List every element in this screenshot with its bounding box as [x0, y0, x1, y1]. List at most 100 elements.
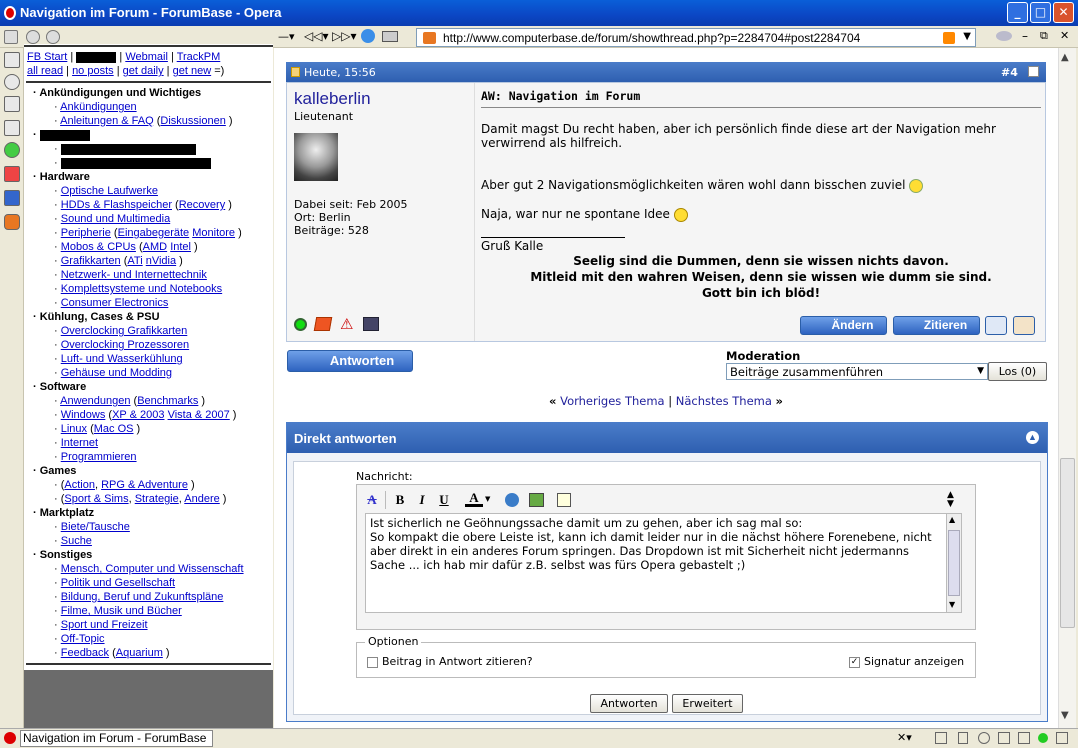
- page-scrollbar[interactable]: ▲ ▼: [1058, 48, 1076, 728]
- insert-image-icon[interactable]: [529, 493, 544, 507]
- forum-link[interactable]: Netzwerk- und Internettechnik: [61, 269, 207, 281]
- webmail-link[interactable]: Webmail: [125, 51, 168, 63]
- category-ankuendigungen[interactable]: Ankündigungen und Wichtiges: [30, 86, 273, 100]
- prev-thread-link[interactable]: Vorheriges Thema: [560, 394, 664, 408]
- flag-panel-icon[interactable]: [4, 190, 20, 206]
- address-dropdown-icon[interactable]: ▼: [963, 31, 971, 42]
- quote-post-button[interactable]: Zitieren: [893, 316, 980, 335]
- signature-checkbox[interactable]: ✓: [849, 657, 860, 668]
- mail-icon[interactable]: [4, 30, 18, 44]
- clip-icon[interactable]: [1056, 732, 1068, 744]
- forum-link[interactable]: AMD: [143, 241, 167, 253]
- signature-option-label[interactable]: Signatur anzeigen: [864, 655, 964, 668]
- icq-panel-icon[interactable]: [4, 142, 20, 158]
- scroll-thumb[interactable]: [948, 530, 960, 596]
- trash-icon[interactable]: [958, 732, 968, 744]
- win-minimize-icon[interactable]: –: [1022, 29, 1028, 43]
- underline-icon[interactable]: U: [435, 491, 453, 509]
- status-green-icon[interactable]: [1038, 733, 1048, 743]
- quick-reply-icon[interactable]: [1013, 316, 1035, 335]
- category-hardware[interactable]: Hardware: [30, 170, 273, 184]
- forum-link[interactable]: Anleitungen & FAQ: [60, 115, 154, 127]
- all-read-link[interactable]: all read: [27, 65, 63, 77]
- forum-link[interactable]: Overclocking Grafikkarten: [61, 325, 188, 337]
- forum-link[interactable]: Benchmarks: [137, 395, 198, 407]
- forum-link[interactable]: Monitore: [192, 227, 235, 239]
- get-new-link[interactable]: get new: [173, 65, 212, 77]
- resize-icon[interactable]: ▲ ▼: [947, 491, 954, 509]
- color-dropdown-icon[interactable]: ▼: [485, 495, 490, 503]
- win-restore-icon[interactable]: ⧉: [1040, 29, 1048, 43]
- forum-link[interactable]: Sport und Freizeit: [61, 619, 148, 631]
- forum-link[interactable]: Feedback: [61, 647, 109, 659]
- forum-link[interactable]: Windows: [61, 409, 106, 421]
- forum-link[interactable]: Grafikkarten: [61, 255, 121, 267]
- forum-link[interactable]: Anwendungen: [60, 395, 130, 407]
- win-close-icon[interactable]: ✕: [1060, 29, 1069, 42]
- address-bar[interactable]: http://www.computerbase.de/forum/showthr…: [416, 28, 976, 47]
- forum-link[interactable]: Ankündigungen: [60, 101, 136, 113]
- camera-icon[interactable]: [998, 732, 1010, 744]
- submit-reply-button[interactable]: Antworten: [590, 694, 668, 713]
- italic-icon[interactable]: I: [413, 491, 431, 509]
- forum-link[interactable]: Mobos & CPUs: [61, 241, 136, 253]
- forum-link[interactable]: Filme, Musik und Bücher: [61, 605, 182, 617]
- forum-link[interactable]: Luft- und Wasserkühlung: [61, 353, 183, 365]
- forum-link[interactable]: Intel: [170, 241, 191, 253]
- forum-link[interactable]: Overclocking Prozessoren: [61, 339, 189, 351]
- scroll-down-icon[interactable]: ▼: [1061, 710, 1069, 721]
- textarea-scrollbar[interactable]: ▲ ▼: [946, 513, 962, 613]
- forum-link[interactable]: Diskussionen: [160, 115, 225, 127]
- post-select-checkbox[interactable]: [1028, 66, 1039, 77]
- scroll-up-icon[interactable]: ▲: [949, 515, 955, 524]
- forum-link[interactable]: XP & 2003: [112, 409, 164, 421]
- scroll-up-icon[interactable]: ▲: [1061, 52, 1069, 63]
- moderation-select[interactable]: Beiträge zusammenführen ▼: [726, 363, 988, 380]
- scroll-down-icon[interactable]: ▼: [949, 600, 955, 609]
- forumbase-panel-icon[interactable]: [4, 214, 20, 230]
- panel-toggle-icon[interactable]: [1018, 732, 1030, 744]
- forum-link[interactable]: Bildung, Beruf und Zukunftspläne: [61, 591, 224, 603]
- forum-link[interactable]: Strategie: [135, 493, 179, 505]
- forum-link[interactable]: Gehäuse und Modding: [61, 367, 172, 379]
- edit-post-button[interactable]: Ändern: [800, 316, 887, 335]
- forum-link[interactable]: Sport & Sims: [64, 493, 128, 505]
- rss-feed-icon[interactable]: [943, 32, 955, 44]
- reputation-icon[interactable]: [313, 317, 333, 331]
- forum-link[interactable]: Suche: [61, 535, 92, 547]
- forum-link[interactable]: Mac OS: [94, 423, 134, 435]
- forum-link[interactable]: Programmieren: [61, 451, 137, 463]
- forum-link[interactable]: Andere: [184, 493, 219, 505]
- category-games[interactable]: Games: [30, 464, 273, 478]
- minimize-button[interactable]: _: [1007, 2, 1028, 23]
- category-kuehlung[interactable]: Kühlung, Cases & PSU: [30, 310, 273, 324]
- no-posts-link[interactable]: no posts: [72, 65, 114, 77]
- username-link[interactable]: kalleberlin: [294, 89, 371, 109]
- forum-link[interactable]: ATi: [127, 255, 142, 267]
- save-panel-icon[interactable]: [4, 96, 20, 112]
- forum-link[interactable]: Sound und Multimedia: [61, 213, 170, 225]
- post-number[interactable]: #4: [1001, 66, 1018, 79]
- forum-link[interactable]: Politik und Gesellschaft: [61, 577, 175, 589]
- back-dropdown-icon[interactable]: —▾: [278, 30, 295, 43]
- forum-link[interactable]: Linux: [61, 423, 87, 435]
- search-panel-icon[interactable]: [4, 120, 20, 136]
- fastforward-icon[interactable]: ▷▷▾: [332, 29, 356, 43]
- font-color-icon[interactable]: A: [465, 491, 483, 507]
- close-button[interactable]: ✕: [1053, 2, 1074, 23]
- next-thread-link[interactable]: Nächstes Thema: [676, 394, 772, 408]
- search-engine-icon[interactable]: [996, 31, 1012, 41]
- forum-link[interactable]: Mensch, Computer und Wissenschaft: [61, 563, 244, 575]
- insert-link-icon[interactable]: [505, 493, 519, 507]
- rewind-icon[interactable]: ◁◁▾: [304, 29, 328, 43]
- collapse-icon[interactable]: ▲: [1026, 431, 1039, 444]
- page-scroll-thumb[interactable]: [1060, 458, 1075, 628]
- category-marktplatz[interactable]: Marktplatz: [30, 506, 273, 520]
- report-post-icon[interactable]: ⚠: [340, 315, 353, 333]
- forum-link[interactable]: Eingabegeräte: [118, 227, 190, 239]
- back-panel-icon[interactable]: [4, 52, 20, 68]
- category-sonstiges[interactable]: Sonstiges: [30, 548, 273, 562]
- quote-option-checkbox[interactable]: [367, 657, 378, 668]
- forum-link[interactable]: Internet: [61, 437, 98, 449]
- chat-icon[interactable]: [26, 30, 40, 44]
